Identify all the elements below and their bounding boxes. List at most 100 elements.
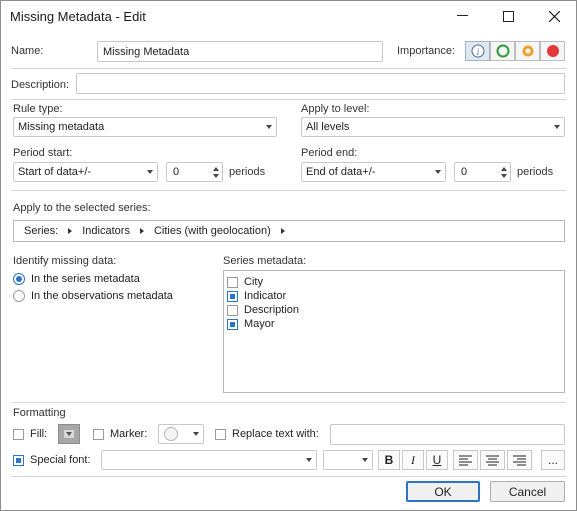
radio-observations-metadata[interactable]: In the observations metadata [13,290,173,302]
list-item[interactable]: Mayor [227,317,561,331]
chevron-down-icon [193,432,199,436]
marker-option[interactable]: Marker: [93,428,147,440]
importance-red-button[interactable] [540,41,565,61]
marker-dropdown[interactable] [158,424,204,444]
font-family-dropdown[interactable] [101,450,317,470]
period-end-label: Period end: [301,147,358,159]
red-circle-icon [546,45,559,57]
checkbox-unchecked-icon[interactable] [93,428,104,440]
spin-arrows-icon[interactable] [501,166,507,178]
checkbox-checked-icon[interactable] [227,290,238,302]
rule-type-label: Rule type: [13,103,63,115]
period-start-unit: periods [229,166,266,178]
checkbox-unchecked-icon[interactable] [227,304,238,316]
radio-selected-icon[interactable] [13,273,25,285]
align-right-icon [513,455,526,465]
identify-label: Identify missing data: [13,255,117,267]
apply-level-dropdown[interactable]: All levels [301,117,565,137]
fill-option[interactable]: Fill: [13,428,47,440]
replace-text-field[interactable] [330,424,565,445]
green-circle-icon [496,44,509,58]
period-end-unit: periods [517,166,554,178]
formatting-heading: Formatting [13,407,66,419]
chevron-down-icon [306,458,312,462]
period-end-stepper[interactable]: 0 [454,162,511,182]
chevron-right-icon[interactable] [68,228,73,234]
importance-orange-button[interactable] [515,41,540,61]
breadcrumb-indicators[interactable]: Indicators [82,225,130,237]
checkbox-unchecked-icon[interactable] [215,428,226,440]
orange-circle-icon [522,45,533,57]
list-item[interactable]: City [227,275,561,289]
chevron-down-icon [64,430,74,438]
importance-label: Importance: [397,45,456,57]
name-field[interactable]: Missing Metadata [97,41,383,62]
series-metadata-list[interactable]: City Indicator Description Mayor [223,270,565,393]
period-start-stepper[interactable]: 0 [166,162,223,182]
replace-text-option[interactable]: Replace text with: [215,428,319,440]
rule-type-dropdown[interactable]: Missing metadata [13,117,277,137]
bold-button[interactable]: B [378,450,400,470]
maximize-button[interactable] [485,1,531,31]
importance-green-button[interactable] [490,41,515,61]
chevron-right-icon[interactable] [139,228,144,234]
checkbox-checked-icon[interactable] [227,318,238,330]
info-icon: i [471,44,484,58]
marker-circle-icon [164,427,178,441]
divider [11,68,566,69]
more-options-button[interactable]: ... [541,450,565,470]
special-font-option[interactable]: Special font: [13,454,91,466]
spin-arrows-icon[interactable] [213,166,219,178]
importance-info-button[interactable]: i [465,41,490,61]
breadcrumb-series[interactable]: Series: [24,225,58,237]
chevron-down-icon [554,125,560,129]
name-label: Name: [11,45,44,57]
chevron-down-icon [147,170,153,174]
dialog-window: Missing Metadata - Edit Name: Missing Me… [0,0,577,511]
chevron-right-icon[interactable] [280,228,285,234]
align-center-button[interactable] [480,450,505,470]
apply-level-label: Apply to level: [301,103,370,115]
list-item[interactable]: Description [227,303,561,317]
series-selection-label: Apply to the selected series: [13,202,151,214]
breadcrumb-cities[interactable]: Cities (with geolocation) [154,225,271,237]
minimize-icon [456,15,468,16]
divider [11,190,566,191]
radio-series-metadata[interactable]: In the series metadata [13,273,140,285]
description-field[interactable] [76,73,565,94]
series-metadata-label: Series metadata: [223,255,307,267]
period-end-dropdown[interactable]: End of data+/- [301,162,446,182]
name-value: Missing Metadata [103,45,190,58]
close-icon [548,10,560,22]
checkbox-unchecked-icon[interactable] [227,276,238,288]
italic-button[interactable]: I [402,450,424,470]
period-start-dropdown[interactable]: Start of data+/- [13,162,158,182]
chevron-down-icon [266,125,272,129]
chevron-down-icon [435,170,441,174]
ok-button[interactable]: OK [406,481,480,502]
align-left-button[interactable] [453,450,478,470]
minimize-button[interactable] [439,1,485,31]
cancel-button[interactable]: Cancel [490,481,565,502]
importance-selector: i [465,41,565,61]
list-item[interactable]: Indicator [227,289,561,303]
divider [11,476,566,477]
align-left-icon [459,455,472,465]
divider [11,99,566,100]
checkbox-checked-icon[interactable] [13,454,24,466]
divider [11,402,566,403]
period-start-label: Period start: [13,147,73,159]
close-button[interactable] [531,1,577,31]
radio-icon[interactable] [13,290,25,302]
underline-button[interactable]: U [426,450,448,470]
maximize-icon [502,10,514,22]
window-title: Missing Metadata - Edit [10,9,146,24]
align-center-icon [486,455,499,465]
checkbox-unchecked-icon[interactable] [13,428,24,440]
align-right-button[interactable] [507,450,532,470]
description-label: Description: [11,79,70,91]
font-size-dropdown[interactable] [323,450,373,470]
fill-color-button[interactable] [58,424,80,444]
series-breadcrumb[interactable]: Series: Indicators Cities (with geolocat… [13,220,565,242]
chevron-down-icon [362,458,368,462]
